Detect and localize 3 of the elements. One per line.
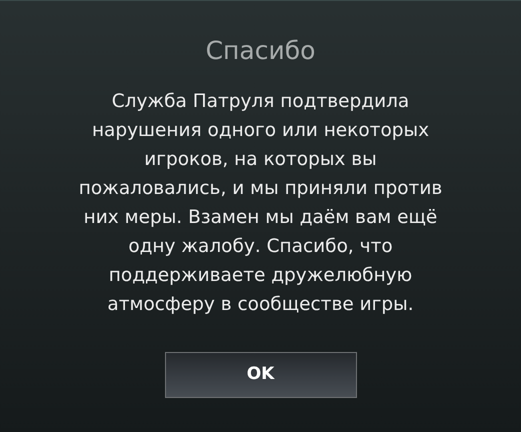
dialog-title: Спасибо [206, 35, 316, 67]
ok-button[interactable]: OK [164, 352, 356, 398]
dialog-message: Служба Патруля подтвердила нарушения одного или некоторых игроков, на которых вы пожаловались, и мы приняли против них меры. Взамен мы даём вам ещё одну жалобу. Спасибо, что поддерживаете дружелюбную атмосферу в сообществе игры. [78, 90, 444, 317]
